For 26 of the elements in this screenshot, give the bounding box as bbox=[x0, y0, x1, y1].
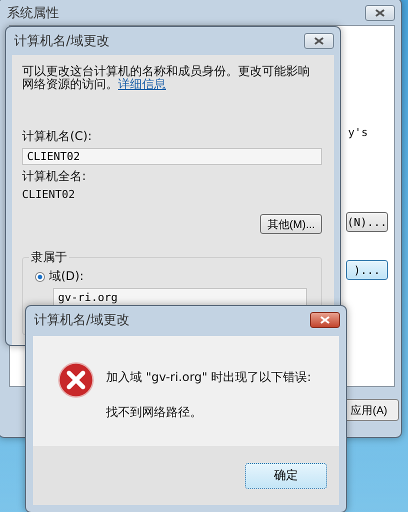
description-text: 可以更改这台计算机的名称和成员身份。更改可能影响网络资源的访问。详细信息 bbox=[22, 65, 311, 91]
error-message: 加入域 "gv-ri.org" 时出现了以下错误: bbox=[106, 369, 312, 386]
close-button[interactable] bbox=[304, 33, 334, 49]
error-icon bbox=[58, 362, 94, 398]
close-icon bbox=[320, 316, 330, 324]
radio-label: 域(D): bbox=[49, 268, 84, 286]
close-button[interactable] bbox=[365, 5, 395, 21]
field-label: 计算机名(C): bbox=[22, 128, 93, 145]
label-text: y's bbox=[348, 126, 368, 139]
radio-button[interactable] bbox=[35, 272, 45, 282]
more-button[interactable]: 其他(M)... bbox=[260, 214, 322, 234]
close-icon bbox=[314, 37, 324, 45]
computer-name-field[interactable]: CLIENT02 bbox=[22, 148, 322, 166]
details-link[interactable]: 详细信息 bbox=[118, 77, 166, 91]
field-label: 计算机全名: bbox=[22, 168, 88, 186]
ok-button[interactable]: 确定 bbox=[245, 462, 327, 488]
dialog-title: 计算机名/域更改 bbox=[34, 312, 130, 329]
dialog-button[interactable]: (N)... bbox=[346, 212, 388, 232]
dialog-title: 计算机名/域更改 bbox=[14, 33, 110, 50]
domain-field[interactable]: gv-ri.org bbox=[53, 288, 307, 306]
window-title: 系统属性 bbox=[7, 5, 59, 22]
error-detail: 找不到网络路径。 bbox=[106, 404, 203, 421]
full-name-text: CLIENT02 bbox=[22, 188, 76, 202]
close-button[interactable] bbox=[310, 312, 340, 328]
dialog-button[interactable]: )... bbox=[346, 260, 388, 280]
close-icon bbox=[375, 9, 385, 17]
